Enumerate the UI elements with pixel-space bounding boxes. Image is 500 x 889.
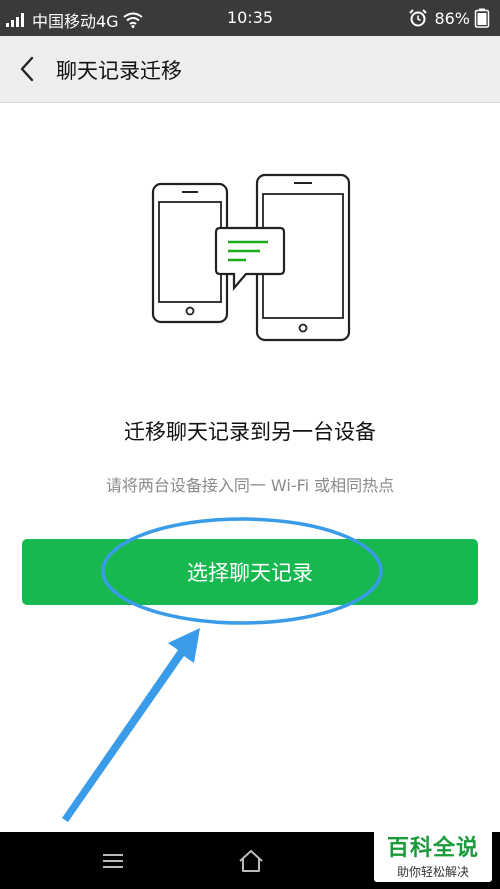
battery-label: 86%	[434, 8, 470, 28]
watermark-main: 百科全说	[386, 836, 479, 861]
back-button[interactable]	[14, 53, 44, 85]
status-right: 86%	[408, 8, 490, 28]
two-phones-message-icon	[151, 173, 351, 342]
wifi-instruction: 请将两台设备接入同一 Wi-Fi 或相同热点	[105, 476, 395, 495]
alarm-icon	[409, 9, 428, 27]
pointer-arrow	[62, 628, 200, 822]
menu-button[interactable]	[98, 846, 128, 876]
battery-icon	[474, 8, 490, 28]
menu-icon	[103, 854, 123, 868]
watermark-sub: 助你轻松解决	[396, 865, 469, 879]
watermark-logo: 百科全说 助你轻松解决	[374, 826, 492, 882]
page-title: 聊天记录迁移	[56, 59, 182, 83]
home-button[interactable]	[236, 846, 266, 876]
status-bar: 中国移动4G 10:35 86%	[0, 0, 500, 36]
migration-heading: 迁移聊天记录到另一台设备	[124, 420, 376, 444]
home-icon	[239, 850, 263, 872]
select-chat-history-button[interactable]: 选择聊天记录	[22, 539, 478, 605]
back-arrow-icon	[20, 56, 34, 82]
title-bar: 聊天记录迁移	[0, 36, 500, 103]
